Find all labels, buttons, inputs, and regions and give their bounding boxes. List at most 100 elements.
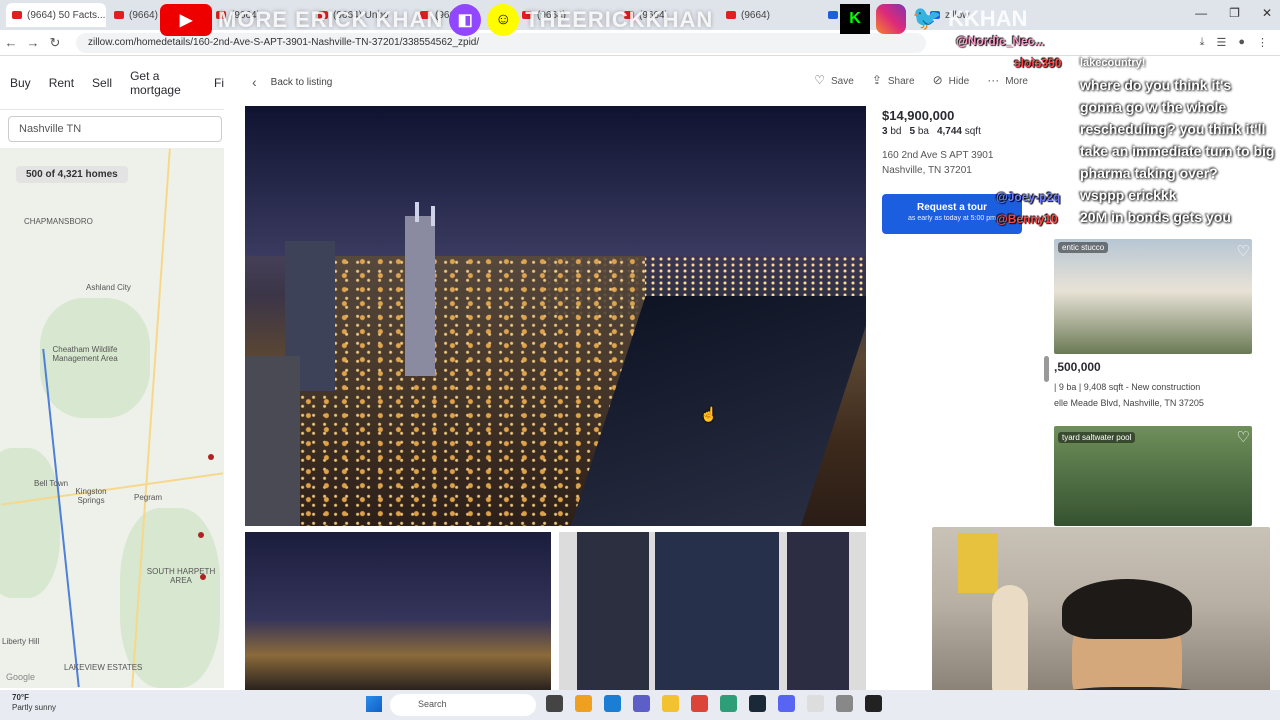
listing-photo-thumb[interactable] <box>559 532 866 690</box>
listing-photo[interactable] <box>1054 239 1252 354</box>
tab-label: (9664) <box>129 9 158 21</box>
address-line1: 160 2nd Ave S APT 3901 <box>882 150 994 161</box>
stream-chat: lakecountry! where do you think it's gon… <box>1080 52 1276 228</box>
extension-icons: ⤓ ☰ ● ⋮ <box>1200 36 1280 49</box>
webcam-hair <box>1062 579 1192 639</box>
map-label: Kingston Springs <box>75 487 107 505</box>
map[interactable]: CHAPMANSBORO Ashland City Cheatham Wildl… <box>0 148 224 688</box>
weather-widget[interactable]: 70°F Partly sunny <box>12 693 56 712</box>
file-icon[interactable] <box>807 695 824 712</box>
maximize-icon[interactable]: ❐ <box>1229 6 1240 20</box>
chat-username: @Benny10 <box>996 212 1058 226</box>
steam-icon[interactable] <box>749 695 766 712</box>
twitter-icon: 🐦 <box>912 5 942 32</box>
zillow-icon <box>828 11 838 19</box>
edge-icon[interactable] <box>604 695 621 712</box>
webcam-skateboard <box>992 585 1028 705</box>
taskbar: 70°F Partly sunny Search <box>0 690 1280 720</box>
map-label: Ashland City <box>86 283 131 292</box>
modal-scrollbar[interactable] <box>1044 356 1049 382</box>
save-label: Save <box>831 76 854 87</box>
back-to-listing-button[interactable]: ‹ Back to listing <box>252 74 332 90</box>
social-icons: K 🐦 KKHAN <box>840 4 1027 34</box>
save-button[interactable]: ♡ Save <box>814 73 854 87</box>
listing-photo-modal: ‹ Back to listing ♡ Save ⇪ Share ⊘ Hide ···… <box>224 56 1054 690</box>
taskbar-apps <box>546 695 882 712</box>
listing-details: | 9 ba | 9,408 sqft - New construction <box>1054 382 1201 392</box>
main-listing-photo[interactable] <box>245 106 866 526</box>
explorer-icon[interactable] <box>662 695 679 712</box>
close-window-icon[interactable]: ✕ <box>1262 6 1272 20</box>
reload-icon[interactable]: ↻ <box>44 35 66 51</box>
heart-icon[interactable]: ♡ <box>1237 428 1250 446</box>
location-search-input[interactable]: Nashville TN <box>8 116 222 142</box>
download-icon[interactable]: ⤓ <box>1200 36 1205 49</box>
menu-icon[interactable]: ⋮ <box>1257 36 1268 49</box>
map-marker[interactable] <box>198 532 204 538</box>
weather-temp: 70°F <box>12 693 29 702</box>
browser-tab[interactable]: (9664) 50 Facts...× <box>6 3 106 27</box>
more-button[interactable]: ··· More <box>987 73 1028 87</box>
back-icon[interactable]: ← <box>0 35 22 50</box>
chat-message: lakecountry! <box>1080 57 1146 69</box>
browser-tab[interactable]: (9664) <box>720 3 820 27</box>
nav-mortgage[interactable]: Get a mortgage <box>130 69 196 97</box>
park-area <box>0 448 60 598</box>
start-icon[interactable] <box>366 696 382 712</box>
nav-buy[interactable]: Buy <box>10 76 31 90</box>
map-marker[interactable] <box>208 454 214 460</box>
photo-building <box>405 216 435 376</box>
tab-label: (9664) <box>741 9 770 21</box>
listing-price: $14,900,000 <box>882 108 955 123</box>
weather-desc: Partly sunny <box>12 702 57 712</box>
youtube-icon <box>114 11 124 19</box>
taskbar-search[interactable]: Search <box>390 694 536 716</box>
listing-stats: 3 bd 5 ba 4,744 sqft <box>882 126 981 137</box>
banner-text: KKHAN <box>948 6 1028 31</box>
profile-icon[interactable]: ● <box>1238 36 1245 49</box>
bookmarks-icon[interactable]: ☰ <box>1216 36 1226 49</box>
back-label: Back to listing <box>270 76 333 88</box>
google-attribution: Google <box>6 672 36 682</box>
snapchat-icon: ☺ <box>487 4 520 36</box>
sqft-value: 4,744 <box>936 126 962 137</box>
minimize-icon[interactable]: — <box>1195 6 1207 20</box>
task-view-icon[interactable] <box>546 695 563 712</box>
forward-icon[interactable]: → <box>22 35 44 50</box>
photo-sky <box>245 106 866 256</box>
map-marker[interactable] <box>200 574 206 580</box>
chat-username: slois350 <box>1014 56 1062 70</box>
listing-photo-thumb[interactable] <box>245 532 551 690</box>
listing-address: 160 2nd Ave S APT 3901 Nashville, TN 372… <box>882 148 1032 178</box>
beds-unit: bd <box>890 126 902 137</box>
more-label: More <box>1005 76 1028 87</box>
map-label: LAKEVIEW ESTATES <box>64 663 143 672</box>
nav-sell[interactable]: Sell <box>92 76 112 90</box>
discord-icon[interactable] <box>778 695 795 712</box>
chat-message: where do you think it's gonna go w the w… <box>1080 77 1275 181</box>
listing-actions: ♡ Save ⇪ Share ⊘ Hide ··· More <box>814 73 1028 87</box>
share-icon: ⇪ <box>871 73 882 87</box>
map-label: Pegram <box>134 493 163 502</box>
listing-tag: tyard saltwater pool <box>1058 432 1136 443</box>
copilot-icon[interactable] <box>575 695 592 712</box>
chrome-icon[interactable] <box>691 695 708 712</box>
close-icon[interactable]: × <box>105 9 106 21</box>
hide-icon: ⊘ <box>932 73 943 87</box>
photo-spire <box>431 206 435 226</box>
heart-icon[interactable]: ♡ <box>1237 242 1250 260</box>
share-button[interactable]: ⇪ Share <box>872 73 915 87</box>
photo-building <box>245 356 300 526</box>
nav-find-agent[interactable]: Fi <box>214 76 224 90</box>
app-icon[interactable] <box>865 695 882 712</box>
teams-icon[interactable] <box>633 695 650 712</box>
hide-button[interactable]: ⊘ Hide <box>933 73 970 87</box>
more-icon: ··· <box>987 73 1000 87</box>
window-controls: — ❐ ✕ <box>1195 6 1272 20</box>
nav-rent[interactable]: Rent <box>49 76 74 90</box>
chat-message: wsppp erickkk <box>1080 187 1177 203</box>
app-icon[interactable] <box>720 695 737 712</box>
kick-icon: K <box>840 4 870 34</box>
banner-text: THEERICKKHAN <box>525 7 714 32</box>
settings-icon[interactable] <box>836 695 853 712</box>
